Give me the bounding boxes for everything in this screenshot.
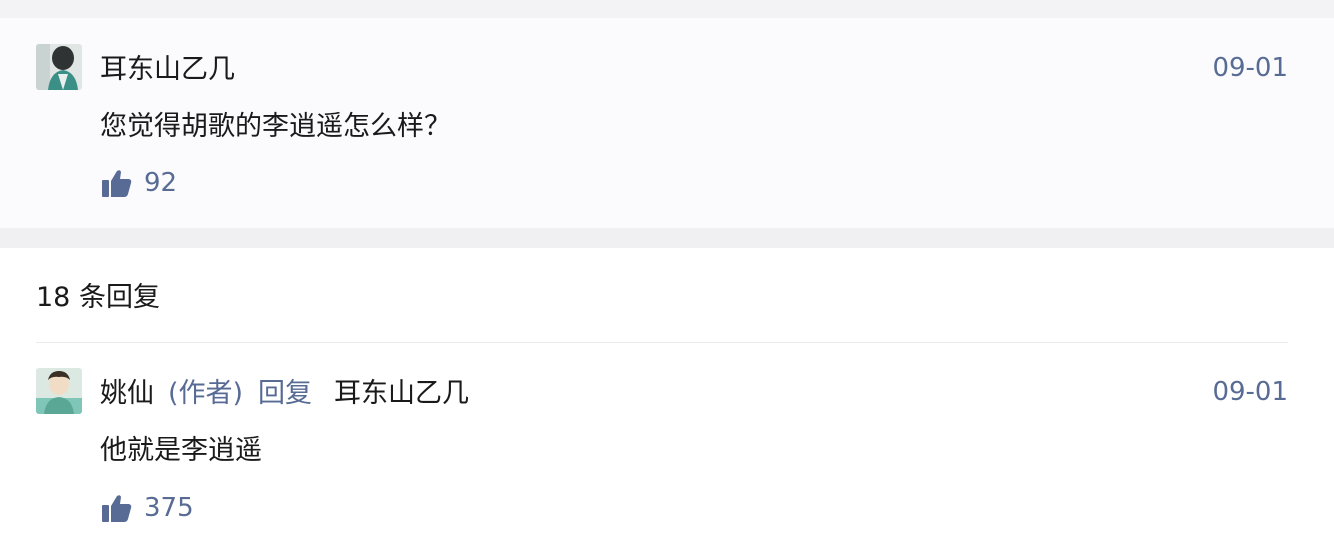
thumbs-up-icon [102,170,132,197]
comment-like-count: 92 [144,168,178,198]
comment-text: 您觉得胡歌的李逍遥怎么样？ [100,111,451,142]
reply-to-username[interactable]: 耳东山乙几 [334,380,469,407]
reply-word: 回复 [258,378,312,409]
reply-like-button[interactable]: 375 [102,494,194,522]
reply-author-tag: (作者) [168,378,244,409]
reply-text: 他就是李逍遥 [100,435,262,466]
avatar-author-icon [36,368,82,414]
top-strip [0,0,1334,18]
replies-count-label: 18 条回复 [36,282,160,313]
reply-avatar[interactable] [36,368,82,414]
thumbs-up-icon [102,495,132,522]
reply-date: 09-01 [1212,377,1288,407]
divider [36,342,1288,343]
reply-like-count: 375 [144,493,194,523]
comment-like-button[interactable]: 92 [102,169,177,197]
comment-avatar[interactable] [36,44,82,90]
comment-date: 09-01 [1212,53,1288,83]
comment-card: 耳东山乙几 09-01 您觉得胡歌的李逍遥怎么样？ 92 [0,18,1334,228]
section-gap [0,228,1334,248]
comment-username[interactable]: 耳东山乙几 [100,56,235,83]
reply-username[interactable]: 姚仙 [100,380,154,407]
avatar-user-icon [36,44,82,90]
